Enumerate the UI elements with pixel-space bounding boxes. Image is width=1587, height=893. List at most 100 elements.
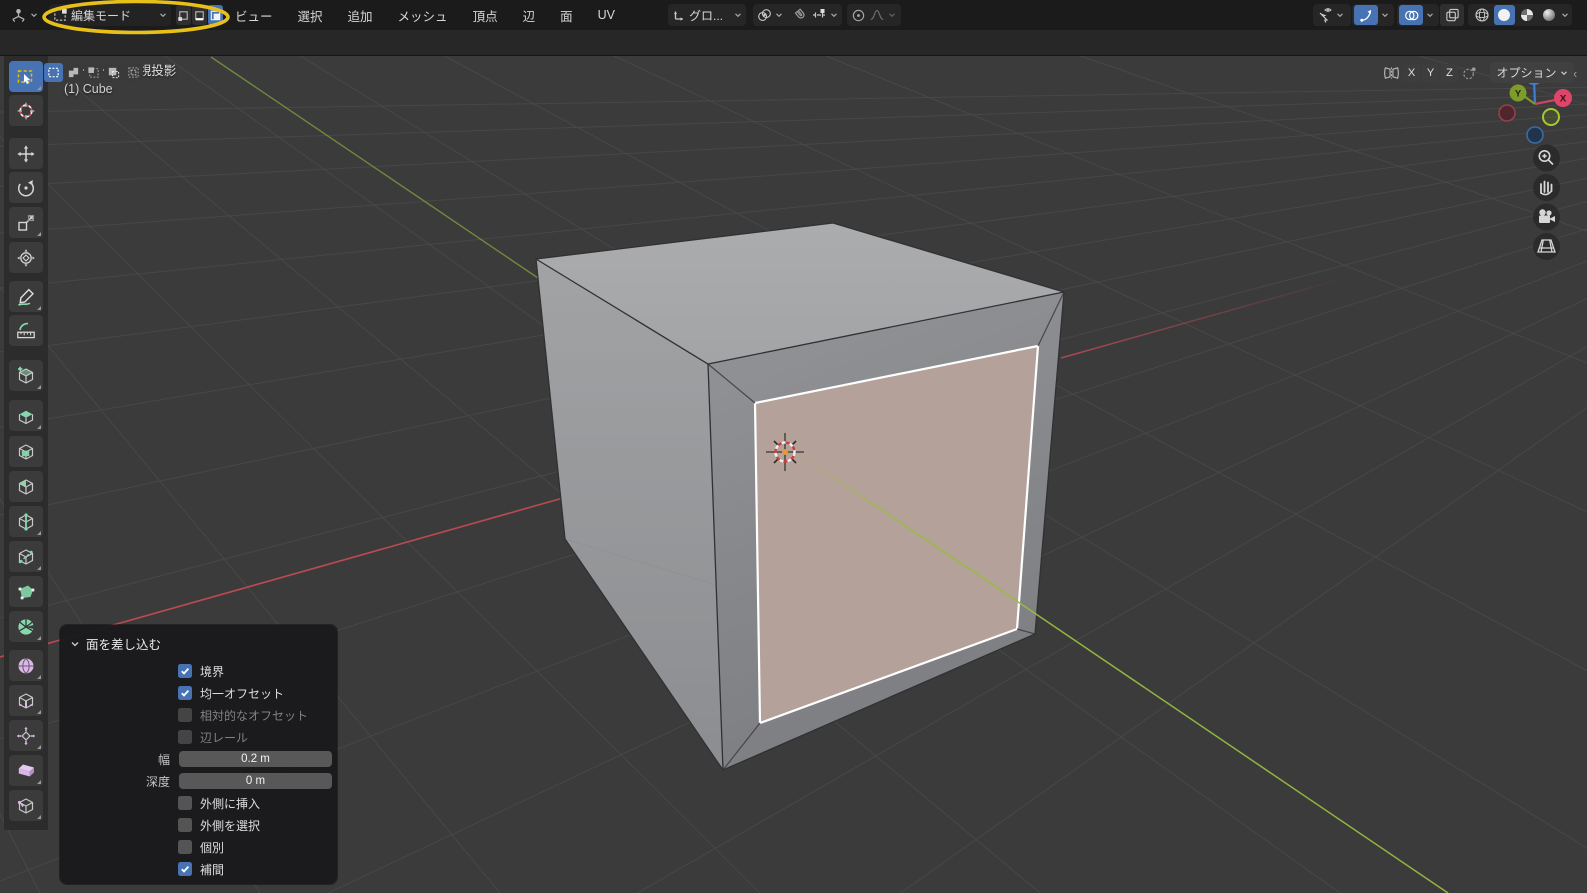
- menu-edge[interactable]: 辺: [521, 6, 538, 25]
- slider-深度[interactable]: 0 m: [179, 773, 332, 789]
- select-variant-extend-icon: [67, 66, 80, 79]
- transform-orientation-dropdown[interactable]: グロ...: [668, 4, 746, 26]
- tool-knife-button[interactable]: [9, 541, 43, 572]
- tool-extrude-region-button[interactable]: [9, 400, 43, 431]
- tool-move-button[interactable]: [9, 138, 43, 169]
- operator-panel-rows: 境界 均一オフセット 相対的なオフセット 辺レール幅 0.2 m 深度 0 m 外側に挿入 外側…: [60, 660, 337, 880]
- chevron-down-icon[interactable]: [1561, 11, 1569, 19]
- subtool-corner-marker: [37, 815, 41, 819]
- select-mode-edge-button[interactable]: [192, 5, 207, 25]
- menu-select[interactable]: 選択: [296, 6, 325, 25]
- tool-loop-cut-button[interactable]: [9, 506, 43, 537]
- operator-row: 幅 0.2 m: [60, 748, 337, 770]
- select-mode-vertex-button[interactable]: [176, 5, 191, 25]
- subtool-corner-marker: [37, 232, 41, 236]
- tool-inset-faces-button[interactable]: [9, 436, 43, 467]
- chevron-down-icon[interactable]: [888, 11, 896, 19]
- checkbox-unchecked[interactable]: [178, 796, 192, 810]
- select-variant-invert-button[interactable]: [104, 63, 123, 82]
- mirror-axis-x-toggle[interactable]: X: [1403, 64, 1420, 82]
- options-label: オプション: [1496, 66, 1557, 80]
- tool-poly-build-button[interactable]: [9, 576, 43, 607]
- chevron-down-icon[interactable]: [1381, 11, 1389, 19]
- selectability-visibility-dropdown[interactable]: [1313, 4, 1351, 26]
- tool-scale-button[interactable]: [9, 207, 43, 238]
- tool-smooth-button[interactable]: [9, 650, 43, 681]
- tool-shear-button[interactable]: [9, 755, 43, 786]
- gizmo-neg-y-ball[interactable]: [1542, 108, 1560, 126]
- menu-face[interactable]: 面: [558, 6, 575, 25]
- camera-view-button[interactable]: [1533, 203, 1560, 231]
- operator-panel-header[interactable]: 面を差し込む: [60, 625, 337, 653]
- edge-slide-icon: [15, 690, 37, 712]
- ortho-toggle-button[interactable]: [1533, 233, 1560, 260]
- menu-add[interactable]: 追加: [346, 6, 375, 25]
- transform-correction-icon[interactable]: [1461, 65, 1478, 81]
- checkbox-checked[interactable]: [178, 862, 192, 876]
- rotate-icon: [15, 177, 37, 199]
- gizmo-neg-z-ball[interactable]: [1526, 126, 1544, 144]
- slider-幅[interactable]: 0.2 m: [179, 751, 332, 767]
- xray-toggle[interactable]: [1440, 4, 1464, 26]
- chevron-down-icon[interactable]: [830, 11, 838, 19]
- tool-shrink-fatten-button[interactable]: [9, 720, 43, 751]
- select-variant-extend-button[interactable]: [64, 63, 83, 82]
- chevron-down-icon: [775, 11, 783, 19]
- select-variant-set-button[interactable]: [44, 63, 63, 82]
- tool-bevel-button[interactable]: [9, 471, 43, 502]
- mirror-axis-z-toggle[interactable]: Z: [1441, 64, 1458, 82]
- menu-uv[interactable]: UV: [596, 8, 617, 22]
- chevron-down-icon[interactable]: [1426, 11, 1434, 19]
- operator-panel[interactable]: 面を差し込む 境界 均一オフセット 相対的なオフセット 辺レール幅 0.2 m 深度 0 m…: [60, 625, 337, 884]
- tool-measure-button[interactable]: [9, 315, 43, 346]
- checkbox-unchecked[interactable]: [178, 730, 192, 744]
- show-overlays-toggle[interactable]: [1399, 5, 1423, 25]
- select-variant-subtract-button[interactable]: [84, 63, 103, 82]
- tool-rip-region-button[interactable]: [9, 790, 43, 821]
- menu-vertex[interactable]: 頂点: [471, 6, 500, 25]
- menu-mesh[interactable]: メッシュ: [396, 6, 450, 25]
- checkbox-unchecked[interactable]: [178, 840, 192, 854]
- shading-wireframe-button[interactable]: [1471, 5, 1493, 25]
- checkbox-checked[interactable]: [178, 686, 192, 700]
- gizmo-neg-x-ball[interactable]: [1498, 104, 1516, 122]
- tool-transform-button[interactable]: [9, 242, 43, 273]
- tool-select-box-button[interactable]: [9, 61, 43, 92]
- proportional-edit-icon[interactable]: [851, 8, 866, 23]
- slider-label: 幅: [157, 752, 170, 767]
- mirror-butterfly-icon[interactable]: [1383, 65, 1400, 81]
- snap-toggle-button[interactable]: [794, 6, 808, 24]
- tool-add-cube-button[interactable]: [9, 360, 43, 391]
- tool-annotate-button[interactable]: [9, 281, 43, 312]
- pivot-point-dropdown[interactable]: [753, 4, 793, 26]
- mirror-axis-y-toggle[interactable]: Y: [1422, 64, 1439, 82]
- subtool-corner-marker: [37, 780, 41, 784]
- shading-rendered-button[interactable]: [1539, 5, 1561, 25]
- zoom-button[interactable]: [1533, 144, 1560, 172]
- falloff-curve-icon[interactable]: [869, 8, 885, 22]
- shading-material-button[interactable]: [1516, 5, 1538, 25]
- select-mode-face-button[interactable]: [208, 5, 223, 25]
- show-gizmo-toggle[interactable]: [1354, 5, 1378, 25]
- tool-cursor-button[interactable]: [9, 95, 43, 126]
- shading-solid-button[interactable]: [1493, 5, 1515, 25]
- pan-button[interactable]: [1533, 174, 1560, 201]
- tool-edge-slide-button[interactable]: [9, 685, 43, 716]
- options-dropdown[interactable]: オプション: [1490, 62, 1574, 83]
- snap-target-icon[interactable]: [811, 8, 827, 22]
- editor-type-selector[interactable]: [6, 4, 44, 26]
- menu-view[interactable]: ビュー: [233, 6, 275, 25]
- select-box-icon: [15, 66, 37, 88]
- tool-spin-button[interactable]: [9, 611, 43, 642]
- chevron-down-icon: [70, 639, 80, 649]
- select-variant-intersect-button[interactable]: [124, 63, 143, 82]
- subtool-corner-marker: [37, 425, 41, 429]
- mode-label: 編集モード: [71, 8, 132, 23]
- operator-row: 外側に挿入: [60, 792, 337, 814]
- gizmo-y-label: Y: [1515, 89, 1522, 100]
- tool-rotate-button[interactable]: [9, 172, 43, 203]
- checkbox-unchecked[interactable]: [178, 708, 192, 722]
- checkbox-checked[interactable]: [178, 664, 192, 678]
- mode-dropdown[interactable]: 編集モード: [49, 4, 171, 26]
- checkbox-unchecked[interactable]: [178, 818, 192, 832]
